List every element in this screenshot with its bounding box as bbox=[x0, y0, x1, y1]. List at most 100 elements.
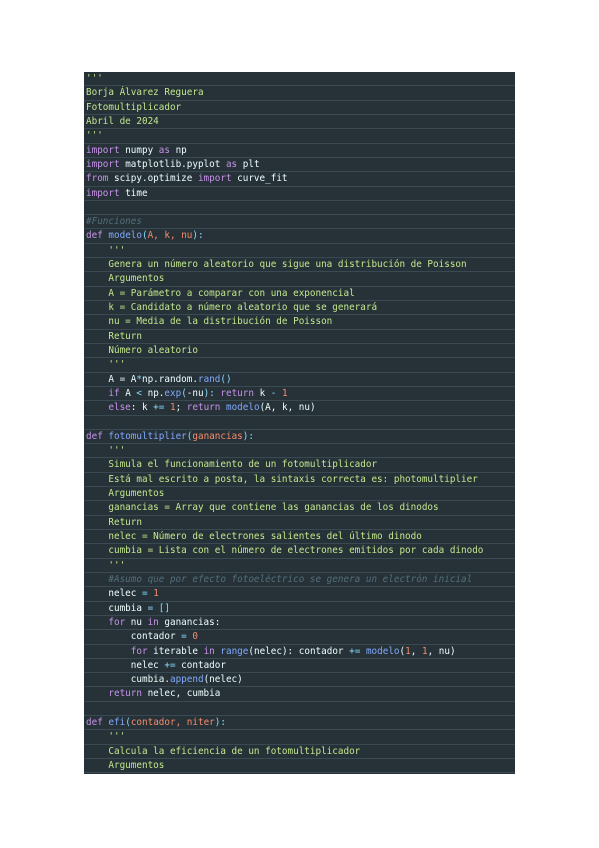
code-token: np bbox=[169, 144, 187, 156]
code-token: -nu bbox=[186, 387, 204, 399]
code-line: def fotomultiplier(ganancias): bbox=[84, 430, 515, 445]
code-line: A = Parámetro a comparar con una exponen… bbox=[84, 287, 515, 301]
code-token: np. bbox=[142, 387, 165, 399]
code-token: in bbox=[147, 616, 159, 628]
code-line: ''' bbox=[84, 129, 515, 144]
code-token: k bbox=[253, 387, 271, 399]
code-text: Borja Álvarez Reguera bbox=[86, 87, 204, 99]
code-token: (nelec) bbox=[203, 674, 243, 686]
code-token: matplotlib.pyplot bbox=[119, 158, 226, 170]
code-token: import bbox=[86, 187, 120, 199]
code-token: cumbia bbox=[86, 602, 148, 614]
code-line: k = Candidato a número aleatorio que se … bbox=[84, 301, 515, 316]
code-line: for nu in ganancias: bbox=[84, 616, 515, 631]
code-line: from scipy.optimize import curve_fit bbox=[84, 172, 515, 187]
code-token: ): bbox=[192, 230, 204, 242]
code-line: nu = Media de la distribución de Poisson bbox=[84, 315, 515, 330]
code-text: Argumentos bbox=[86, 488, 165, 500]
code-line: Abril de 2024 bbox=[84, 115, 515, 130]
code-line: ganancias = Array que contiene las ganan… bbox=[84, 501, 515, 516]
code-line: nelec = 1 bbox=[84, 587, 515, 602]
code-token: ): bbox=[214, 717, 226, 729]
code-line: ''' bbox=[84, 72, 515, 87]
code-token: ): bbox=[242, 430, 254, 442]
code-token: time bbox=[119, 187, 148, 199]
code-text: Está mal escrito a posta, la sintaxis co… bbox=[86, 473, 478, 485]
code-line: return nelec, cumbia bbox=[84, 687, 515, 702]
code-line: else: k += 1; return modelo(A, k, nu) bbox=[84, 401, 515, 416]
code-line: cumbia = [] bbox=[84, 602, 515, 616]
code-line bbox=[84, 201, 515, 216]
code-token: cumbia. bbox=[86, 674, 170, 686]
code-token: A bbox=[119, 387, 137, 399]
code-text: nelec = Número de electrones salientes d… bbox=[86, 531, 422, 542]
code-text: #Asumo que por efecto fotoeléctrico se g… bbox=[86, 573, 473, 585]
code-line: import matplotlib.pyplot as plt bbox=[84, 158, 515, 173]
code-token: def bbox=[86, 717, 103, 729]
code-block: ''' Borja Álvarez Reguera Fotomultiplicado… bbox=[84, 72, 515, 774]
code-token: return bbox=[214, 387, 254, 399]
code-token: append bbox=[169, 674, 204, 686]
code-line: cumbia = Lista con el número de electron… bbox=[84, 544, 515, 559]
code-token: 1 bbox=[164, 402, 176, 414]
code-token: [] bbox=[153, 602, 170, 614]
code-line: ''' bbox=[84, 444, 515, 459]
code-line: ''' bbox=[84, 244, 515, 259]
code-token: () bbox=[220, 373, 232, 385]
code-token: def bbox=[86, 430, 103, 442]
code-token: as bbox=[158, 144, 170, 156]
code-line: contador = 0 bbox=[84, 630, 515, 645]
code-token: if bbox=[86, 387, 120, 399]
code-token: 1 bbox=[147, 588, 159, 600]
code-text: ''' bbox=[86, 559, 126, 571]
code-text: ganancias = Array que contiene las ganan… bbox=[86, 502, 439, 514]
code-token: as bbox=[225, 158, 238, 170]
code-token: in bbox=[203, 645, 215, 657]
code-token: import bbox=[86, 144, 120, 156]
code-line: Return bbox=[84, 330, 515, 344]
code-token: return bbox=[86, 688, 142, 700]
code-line bbox=[84, 702, 515, 717]
code-token: 0 bbox=[186, 631, 198, 643]
code-token: range bbox=[220, 645, 249, 657]
code-line: ''' bbox=[84, 559, 515, 573]
code-token: (A, k, nu) bbox=[259, 402, 316, 414]
code-text: ''' bbox=[86, 445, 126, 457]
code-text: k = Candidato a número aleatorio que se … bbox=[86, 302, 378, 313]
code-token: modelo bbox=[225, 402, 260, 414]
code-line: ''' bbox=[84, 358, 515, 373]
code-token: nu bbox=[125, 616, 148, 628]
code-token: A = A bbox=[86, 373, 137, 385]
code-line: Argumentos bbox=[84, 272, 515, 287]
code-line: def efi(contador, niter): bbox=[84, 716, 515, 731]
code-text: Argumentos bbox=[86, 273, 165, 285]
code-token: efi bbox=[108, 717, 126, 729]
code-token: += bbox=[153, 402, 165, 414]
code-token: nelec bbox=[86, 588, 142, 600]
code-token: += bbox=[164, 659, 176, 671]
code-line: Simula el funcionamiento de un fotomulti… bbox=[84, 458, 515, 473]
code-line: Borja Álvarez Reguera bbox=[84, 86, 515, 101]
code-token: , bbox=[410, 645, 422, 657]
code-text: Fotomultiplicador bbox=[86, 101, 182, 113]
code-token: ganancias: bbox=[158, 616, 221, 628]
code-text: ''' bbox=[86, 130, 103, 142]
code-text: #Funciones bbox=[86, 216, 142, 228]
code-token: modelo bbox=[108, 230, 142, 242]
code-text: ''' bbox=[86, 731, 126, 743]
code-line: Calcula la eficiencia de un fotomultipli… bbox=[84, 745, 515, 759]
code-token: nelec bbox=[86, 659, 165, 671]
code-token: iterable bbox=[147, 645, 204, 657]
code-token: , nu) bbox=[427, 645, 456, 657]
code-token: += bbox=[349, 645, 361, 657]
code-line: if A < np.exp(-nu): return k - 1 bbox=[84, 387, 515, 402]
code-token: A, k, nu bbox=[147, 230, 193, 242]
code-token: ganancias bbox=[192, 430, 243, 442]
code-text: Return bbox=[86, 516, 142, 528]
code-line: nelec += contador bbox=[84, 659, 515, 674]
code-token: : k bbox=[130, 402, 154, 414]
code-token: ): bbox=[203, 387, 215, 399]
code-text: ''' bbox=[86, 244, 126, 256]
code-token: plt bbox=[237, 158, 260, 170]
code-text: ''' bbox=[86, 73, 103, 84]
